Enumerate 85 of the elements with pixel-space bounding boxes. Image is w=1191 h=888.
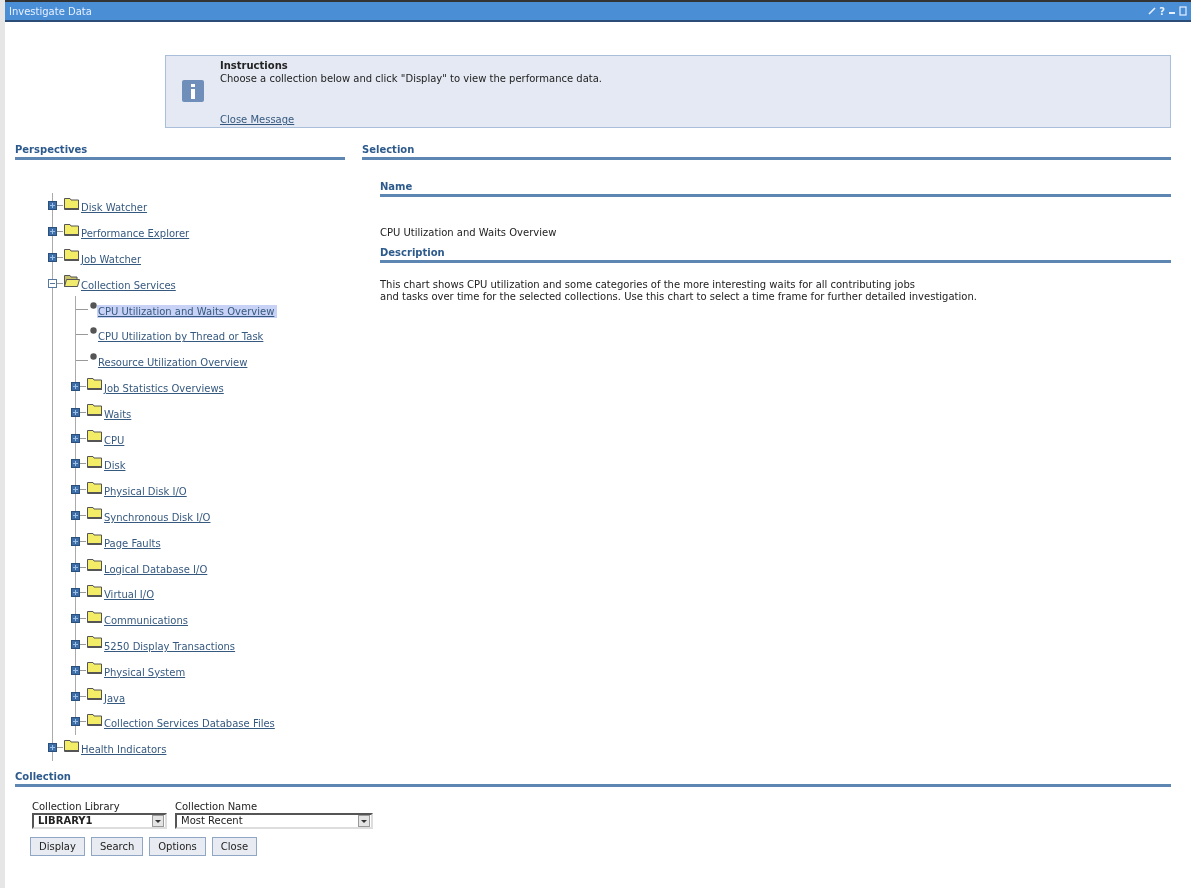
folder-icon	[87, 582, 103, 597]
tree-item-link[interactable]: Synchronous Disk I/O	[103, 510, 214, 524]
tree-item-link[interactable]: CPU	[103, 433, 128, 447]
expand-icon[interactable]	[71, 691, 80, 701]
close-message-link[interactable]: Close Message	[220, 114, 602, 125]
section-heading: Perspectives	[15, 144, 345, 160]
subsection-heading: Description	[380, 247, 1171, 263]
expand-icon[interactable]	[71, 407, 80, 417]
folder-icon	[87, 376, 103, 391]
dropdown-field[interactable]: Most Recent	[175, 812, 373, 829]
tree-item-link[interactable]: Health Indicators	[80, 743, 170, 757]
tree-item-link[interactable]: Page Faults	[103, 536, 164, 550]
tree-item-link[interactable]: Waits	[103, 407, 135, 421]
description-text: This chart shows CPU utilization and some categories of the more interesting waits for all contributing jobs and tasks over time for the selected collections. Use this chart to select a time frame for further detailed investigation.	[380, 279, 978, 303]
tree-item-link[interactable]: Disk Watcher	[80, 201, 151, 215]
tree-item-link[interactable]: Java	[103, 691, 129, 705]
bullet-icon	[90, 353, 97, 361]
expand-icon[interactable]	[48, 227, 57, 237]
tree-item-link[interactable]: Collection Services	[80, 278, 179, 292]
field-label: Collection Library	[32, 800, 121, 812]
tree-item-link[interactable]: Logical Database I/O	[103, 562, 211, 576]
folder-icon	[64, 247, 80, 262]
tree-item-link[interactable]: 5250 Display Transactions	[103, 639, 239, 653]
folder-icon	[87, 479, 103, 494]
subsection-heading: Name	[380, 181, 1171, 197]
folder-icon	[87, 453, 103, 468]
message-text: Choose a collection below and click "Display" to view the performance data.	[220, 73, 602, 84]
tree-item-link[interactable]: Communications	[103, 614, 192, 628]
expand-icon[interactable]	[71, 665, 80, 675]
action-button[interactable]: Display	[30, 836, 85, 856]
folder-icon	[87, 402, 103, 417]
folder-icon	[87, 660, 103, 675]
folder-icon	[64, 737, 80, 752]
tree-item-link[interactable]: CPU Utilization by Thread or Task	[97, 330, 267, 344]
tree-item-link[interactable]: Resource Utilization Overview	[97, 356, 251, 370]
folder-icon	[87, 505, 103, 520]
folder-icon	[87, 608, 103, 623]
tree-item-link[interactable]: Physical System	[103, 665, 189, 679]
expand-icon[interactable]	[71, 536, 80, 546]
expand-icon[interactable]	[71, 588, 80, 598]
expand-icon[interactable]	[71, 510, 80, 520]
pencil-icon[interactable]	[1148, 6, 1157, 16]
expand-icon[interactable]	[71, 433, 80, 443]
expand-icon[interactable]	[71, 717, 80, 727]
tree-item-link[interactable]: Physical Disk I/O	[103, 485, 190, 499]
folder-icon	[87, 634, 103, 649]
tree-item-link[interactable]: Disk	[103, 459, 129, 473]
tree-item-link[interactable]: Virtual I/O	[103, 588, 158, 602]
expand-icon[interactable]	[71, 562, 80, 572]
section-heading: Collection	[15, 770, 1171, 787]
expand-icon[interactable]	[71, 639, 80, 649]
tree-item-link[interactable]: CPU Utilization and Waits Overview	[97, 304, 278, 318]
expand-icon[interactable]	[71, 485, 80, 495]
folder-icon	[87, 686, 103, 701]
folder-icon	[64, 221, 80, 236]
dropdown-field[interactable]: LIBRARY1	[32, 812, 167, 829]
expand-icon[interactable]	[71, 381, 80, 391]
message-title: Instructions	[220, 60, 289, 71]
expand-icon[interactable]	[48, 743, 57, 753]
window-title: Investigate Data	[9, 5, 93, 17]
folder-icon	[87, 711, 103, 726]
field-label: Collection Name	[175, 800, 259, 812]
bullet-icon	[90, 327, 97, 335]
section-heading: Selection	[362, 144, 1171, 160]
info-icon	[182, 80, 204, 102]
maximize-icon[interactable]	[1179, 6, 1187, 16]
tree-item-link[interactable]: Collection Services Database Files	[103, 717, 278, 731]
action-button[interactable]: Search	[90, 836, 144, 856]
collapse-icon[interactable]	[48, 278, 57, 288]
expand-icon[interactable]	[48, 201, 57, 211]
tree-item-link[interactable]: Job Watcher	[80, 253, 144, 266]
selection-name: CPU Utilization and Waits Overview	[380, 227, 558, 240]
expand-icon[interactable]	[48, 253, 57, 262]
folder-icon	[87, 428, 103, 443]
bullet-icon	[90, 301, 97, 309]
action-button[interactable]: Close	[211, 836, 258, 856]
action-button[interactable]: Options	[149, 836, 206, 856]
folder-icon	[87, 531, 103, 546]
open-folder-icon	[64, 273, 80, 288]
tree-item-link[interactable]: Job Statistics Overviews	[103, 381, 227, 395]
tree-item-link[interactable]: Performance Explorer	[80, 227, 193, 241]
expand-icon[interactable]	[71, 614, 80, 624]
expand-icon[interactable]	[71, 459, 80, 469]
folder-icon	[64, 195, 80, 210]
folder-icon	[87, 557, 103, 572]
